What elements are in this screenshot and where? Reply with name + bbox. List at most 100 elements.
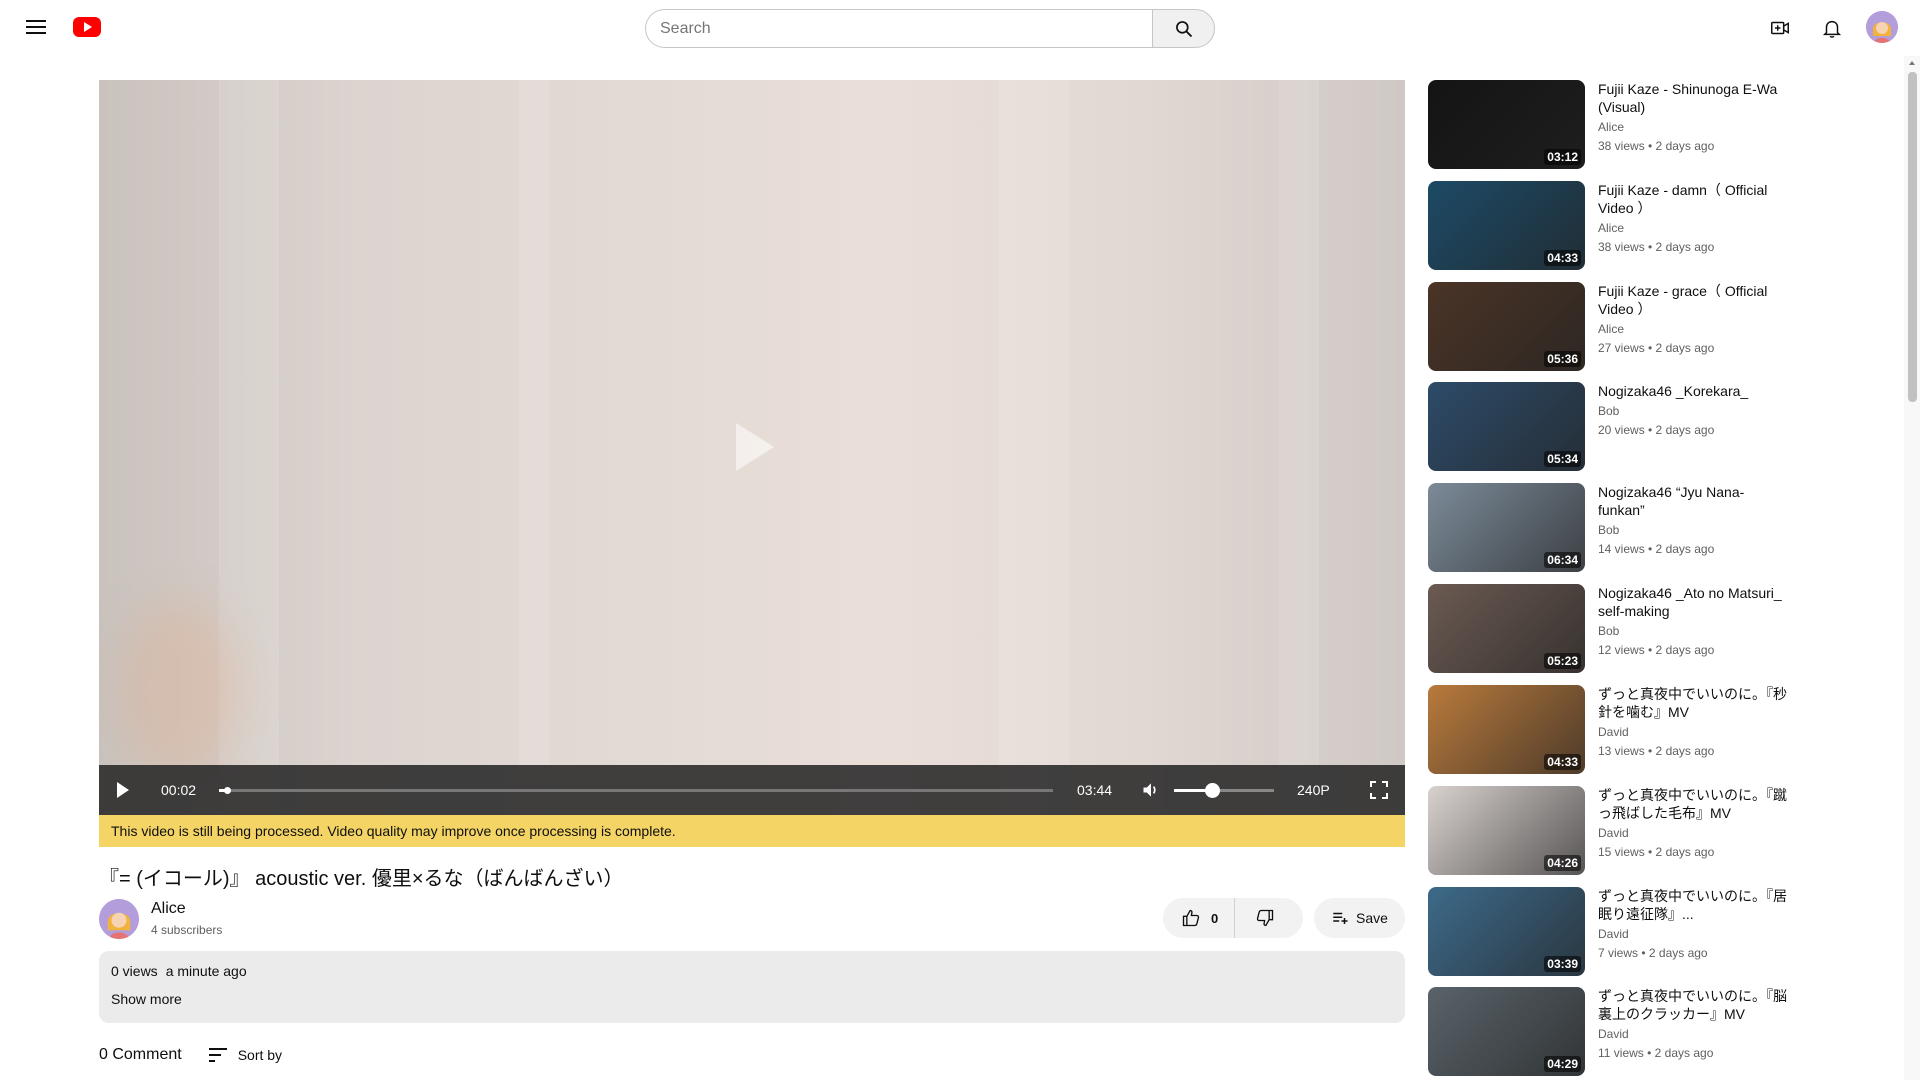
video-thumbnail[interactable]: 05:23 [1428,584,1585,673]
video-thumbnail[interactable]: 04:26 [1428,786,1585,875]
progress-bar[interactable] [219,787,1053,794]
user-avatar[interactable] [1866,11,1898,43]
video-channel[interactable]: Alice [1598,322,1788,336]
sort-by-button[interactable]: Sort by [208,1047,282,1063]
duration: 03:44 [1077,782,1113,798]
video-channel[interactable]: David [1598,826,1788,840]
volume-slider[interactable] [1174,783,1274,798]
youtube-logo[interactable] [73,17,101,37]
recommended-video[interactable]: 03:39 ずっと真夜中でいいのに。『居眠り遠征隊』... David 7 vi… [1428,887,1788,977]
video-meta: 38 views • 2 days ago [1598,139,1715,153]
save-button[interactable]: Save [1314,898,1405,938]
video-meta: 38 views • 2 days ago [1598,240,1715,254]
video-frame-detail [519,80,549,815]
video-thumbnail[interactable]: 03:39 [1428,887,1585,976]
quality-selector[interactable]: 240P [1297,782,1330,798]
recommended-video[interactable]: 04:29 ずっと真夜中でいいのに。『脳裏上のクラッカー』MV David 11… [1428,987,1788,1077]
video-channel[interactable]: David [1598,927,1788,941]
dislike-button[interactable] [1235,898,1295,938]
top-bar [0,0,1920,56]
video-info: Fujii Kaze - damn（ Official Video ） Alic… [1598,181,1788,254]
thumbs-up-icon [1182,909,1200,927]
video-title[interactable]: ずっと真夜中でいいのに。『居眠り遠征隊』... [1598,887,1788,923]
playlist-add-icon [1333,912,1348,924]
video-title[interactable]: ずっと真夜中でいいのに。『脳裏上のクラッカー』MV [1598,987,1788,1023]
recommended-video[interactable]: 06:34 Nogizaka46 “Jyu Nana-funkan” Bob 1… [1428,483,1788,573]
sort-icon [208,1048,227,1062]
video-thumbnail[interactable]: 05:36 [1428,282,1585,371]
video-duration: 05:36 [1544,351,1581,367]
video-frame-detail [1279,80,1319,815]
video-title[interactable]: Nogizaka46 “Jyu Nana-funkan” [1598,483,1788,519]
large-play-icon[interactable] [736,423,774,471]
progress-handle[interactable] [223,787,231,794]
create-video-icon[interactable] [1766,14,1794,42]
play-button[interactable] [117,782,129,798]
search-input[interactable] [645,9,1152,48]
current-time: 00:02 [161,782,197,798]
video-channel[interactable]: David [1598,725,1788,739]
video-meta: 14 views • 2 days ago [1598,542,1715,556]
video-meta: 11 views • 2 days ago [1598,1046,1714,1060]
search-button[interactable] [1152,9,1215,48]
video-channel[interactable]: Bob [1598,404,1788,418]
channel-name[interactable]: Alice [151,900,186,918]
like-dislike-group: 0 [1163,898,1303,938]
search-icon [1175,20,1192,37]
video-duration: 04:33 [1544,754,1581,770]
description-box[interactable]: 0 views a minute ago Show more [99,951,1405,1023]
recommended-video[interactable]: 04:33 ずっと真夜中でいいのに。『秒針を噛む』MV David 13 vie… [1428,685,1788,775]
video-info: Fujii Kaze - Shinunoga E-Wa (Visual) Ali… [1598,80,1788,153]
like-button[interactable]: 0 [1163,898,1236,938]
video-channel[interactable]: Bob [1598,523,1788,537]
recommended-video[interactable]: 05:23 Nogizaka46 _Ato no Matsuri_ self-m… [1428,584,1788,674]
volume-handle[interactable] [1205,783,1220,798]
recommended-video[interactable]: 03:12 Fujii Kaze - Shinunoga E-Wa (Visua… [1428,80,1788,170]
video-duration: 05:34 [1544,451,1581,467]
video-meta: 27 views • 2 days ago [1598,341,1715,355]
recommended-video[interactable]: 04:33 Fujii Kaze - damn（ Official Video … [1428,181,1788,271]
video-thumbnail[interactable]: 03:12 [1428,80,1585,169]
video-thumbnail[interactable]: 06:34 [1428,483,1585,572]
channel-avatar[interactable] [99,899,139,939]
video-title[interactable]: Fujii Kaze - grace（ Official Video ） [1598,282,1788,318]
volume-icon[interactable] [1141,780,1161,800]
scrollbar-thumb[interactable] [1908,72,1917,402]
video-title[interactable]: ずっと真夜中でいいのに。『秒針を噛む』MV [1598,685,1788,721]
description-meta: 0 views a minute ago [111,963,1393,979]
recommended-video[interactable]: 05:36 Fujii Kaze - grace（ Official Video… [1428,282,1788,372]
video-title[interactable]: Nogizaka46 _Ato no Matsuri_ self-making [1598,584,1788,620]
page-scrollbar[interactable] [1904,56,1920,1080]
scroll-up-icon[interactable] [1909,61,1915,65]
video-duration: 06:34 [1544,552,1581,568]
video-title[interactable]: Fujii Kaze - damn（ Official Video ） [1598,181,1788,217]
video-meta: 12 views • 2 days ago [1598,643,1715,657]
video-info: Nogizaka46 “Jyu Nana-funkan” Bob 14 view… [1598,483,1788,556]
video-duration: 04:33 [1544,250,1581,266]
show-more-button[interactable]: Show more [111,991,182,1007]
video-thumbnail[interactable]: 04:33 [1428,685,1585,774]
video-title[interactable]: Nogizaka46 _Korekara_ [1598,382,1788,400]
video-channel[interactable]: Alice [1598,221,1788,235]
video-thumbnail[interactable]: 04:29 [1428,987,1585,1076]
video-thumbnail[interactable]: 05:34 [1428,382,1585,471]
video-title[interactable]: ずっと真夜中でいいのに。『蹴っ飛ばした毛布』MV [1598,786,1788,822]
video-frame-detail [119,600,239,780]
video-channel[interactable]: David [1598,1027,1788,1041]
video-duration: 03:12 [1544,149,1581,165]
recommended-video[interactable]: 05:34 Nogizaka46 _Korekara_ Bob 20 views… [1428,382,1788,472]
fullscreen-icon[interactable] [1370,781,1388,799]
video-title[interactable]: Fujii Kaze - Shinunoga E-Wa (Visual) [1598,80,1788,116]
notifications-bell-icon[interactable] [1818,14,1846,42]
recommended-video[interactable]: 04:26 ずっと真夜中でいいのに。『蹴っ飛ばした毛布』MV David 15 … [1428,786,1788,876]
video-info: ずっと真夜中でいいのに。『居眠り遠征隊』... David 7 views • … [1598,887,1788,960]
menu-icon[interactable] [20,16,52,40]
video-thumbnail[interactable]: 04:33 [1428,181,1585,270]
search-bar [645,9,1215,48]
subscriber-count: 4 subscribers [151,923,223,937]
video-player[interactable]: 00:02 03:44 240P [99,80,1405,815]
video-info: ずっと真夜中でいいのに。『脳裏上のクラッカー』MV David 11 views… [1598,987,1788,1060]
video-channel[interactable]: Alice [1598,120,1788,134]
video-info: Nogizaka46 _Korekara_ Bob 20 views • 2 d… [1598,382,1788,437]
video-channel[interactable]: Bob [1598,624,1788,638]
